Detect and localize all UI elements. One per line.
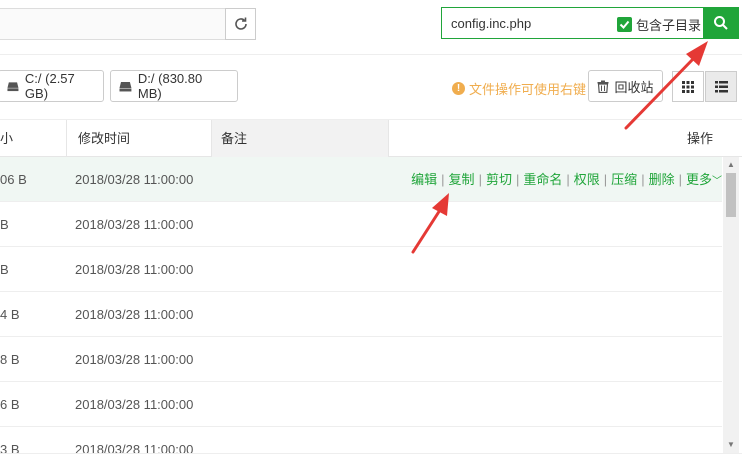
info-icon: ! [452, 82, 465, 95]
action-separator: | [515, 172, 520, 187]
file-size: B [0, 262, 9, 277]
file-size: 8 B [0, 352, 20, 367]
action-link[interactable]: 复制 [449, 172, 475, 187]
include-subdir-toggle[interactable]: 包含子目录 [617, 15, 701, 34]
tip-text: 文件操作可使用右键 [469, 82, 587, 97]
scroll-up-icon[interactable]: ▲ [727, 161, 735, 169]
disk-c-button[interactable]: C:/ (2.57 GB) [0, 70, 104, 102]
action-link[interactable]: 更多 [686, 172, 712, 187]
action-link[interactable]: 剪切 [486, 172, 512, 187]
search-input-value: config.inc.php [451, 16, 532, 31]
refresh-button[interactable] [225, 8, 256, 40]
action-link[interactable]: 编辑 [411, 172, 437, 187]
search-button[interactable] [703, 7, 739, 39]
recycle-bin-label: 回收站 [614, 79, 654, 95]
table-row[interactable]: 06 B 2018/03/28 11:00:00 编辑 | 复制 | 剪切 | 重命名 | 权限 | 压… [0, 157, 722, 202]
action-link[interactable]: 删除 [649, 172, 675, 187]
file-manager: config.inc.php 包含子目录 C:/ (2.57 GB) D:/ (… [0, 0, 742, 464]
vertical-scrollbar[interactable]: ▲ ▼ [723, 157, 739, 453]
disk-d-button[interactable]: D:/ (830.80 MB) [110, 70, 238, 102]
table-header: 小 修改时间 备注 操作 [0, 119, 742, 157]
disk-c-label: C:/ (2.57 GB) [24, 71, 75, 101]
action-separator: | [678, 172, 682, 187]
action-separator: | [641, 172, 645, 187]
trash-icon [597, 80, 609, 93]
checkbox-checked-icon[interactable] [617, 17, 632, 32]
file-modified-time: 2018/03/28 11:00:00 [75, 397, 194, 412]
drive-icon [119, 81, 132, 91]
file-size: 06 B [0, 172, 27, 187]
grid-view-icon [682, 80, 694, 93]
file-list: 06 B 2018/03/28 11:00:00 编辑 | 复制 | 剪切 | 重命名 | 权限 | 压… [0, 157, 722, 457]
column-size[interactable]: 小 [0, 120, 13, 157]
context-menu-tip: ! 文件操作可使用右键 [452, 79, 586, 98]
action-separator: | [441, 172, 445, 187]
file-modified-time: 2018/03/28 11:00:00 [75, 262, 194, 277]
file-size: 4 B [0, 307, 20, 322]
action-link[interactable]: 重命名 [523, 172, 562, 187]
file-modified-time: 2018/03/28 11:00:00 [75, 352, 194, 367]
column-note[interactable]: 备注 [221, 120, 247, 157]
column-modified[interactable]: 修改时间 [78, 120, 130, 157]
file-modified-time: 2018/03/28 11:00:00 [75, 172, 194, 187]
file-size: B [0, 217, 9, 232]
list-view-icon [714, 80, 728, 92]
divider [0, 54, 742, 55]
file-modified-time: 2018/03/28 11:00:00 [75, 307, 194, 322]
action-link[interactable]: 权限 [574, 172, 600, 187]
action-separator: | [603, 172, 608, 187]
table-row[interactable]: B 2018/03/28 11:00:00 [0, 202, 722, 247]
table-row[interactable]: 8 B 2018/03/28 11:00:00 [0, 337, 722, 382]
action-separator: | [566, 172, 570, 187]
row-actions: 编辑 | 复制 | 剪切 | 重命名 | 权限 | 压缩 | 删除 | 更多﹀ [411, 157, 722, 204]
include-subdir-label: 包含子目录 [636, 18, 702, 33]
table-row[interactable]: B 2018/03/28 11:00:00 [0, 247, 722, 292]
path-input[interactable] [0, 8, 226, 40]
action-separator: | [478, 172, 482, 187]
chevron-down-icon[interactable]: ﹀ [712, 176, 722, 187]
file-size: 6 B [0, 397, 20, 412]
list-view-button[interactable] [705, 71, 737, 102]
search-input[interactable]: config.inc.php 包含子目录 [441, 7, 704, 39]
recycle-bin-button[interactable]: 回收站 [588, 70, 663, 102]
table-row[interactable]: 4 B 2018/03/28 11:00:00 [0, 292, 722, 337]
refresh-icon [234, 17, 247, 30]
table-row[interactable]: 6 B 2018/03/28 11:00:00 [0, 382, 722, 427]
scroll-down-icon[interactable]: ▼ [727, 441, 735, 449]
scrollbar-thumb[interactable] [726, 173, 736, 217]
column-actions: 操作 [687, 131, 714, 146]
action-link[interactable]: 压缩 [611, 172, 637, 187]
grid-view-button[interactable] [672, 71, 704, 102]
file-modified-time: 2018/03/28 11:00:00 [75, 217, 194, 232]
search-icon [714, 16, 728, 30]
disk-d-label: D:/ (830.80 MB) [137, 71, 203, 101]
divider [0, 453, 742, 454]
drive-icon [7, 81, 19, 91]
